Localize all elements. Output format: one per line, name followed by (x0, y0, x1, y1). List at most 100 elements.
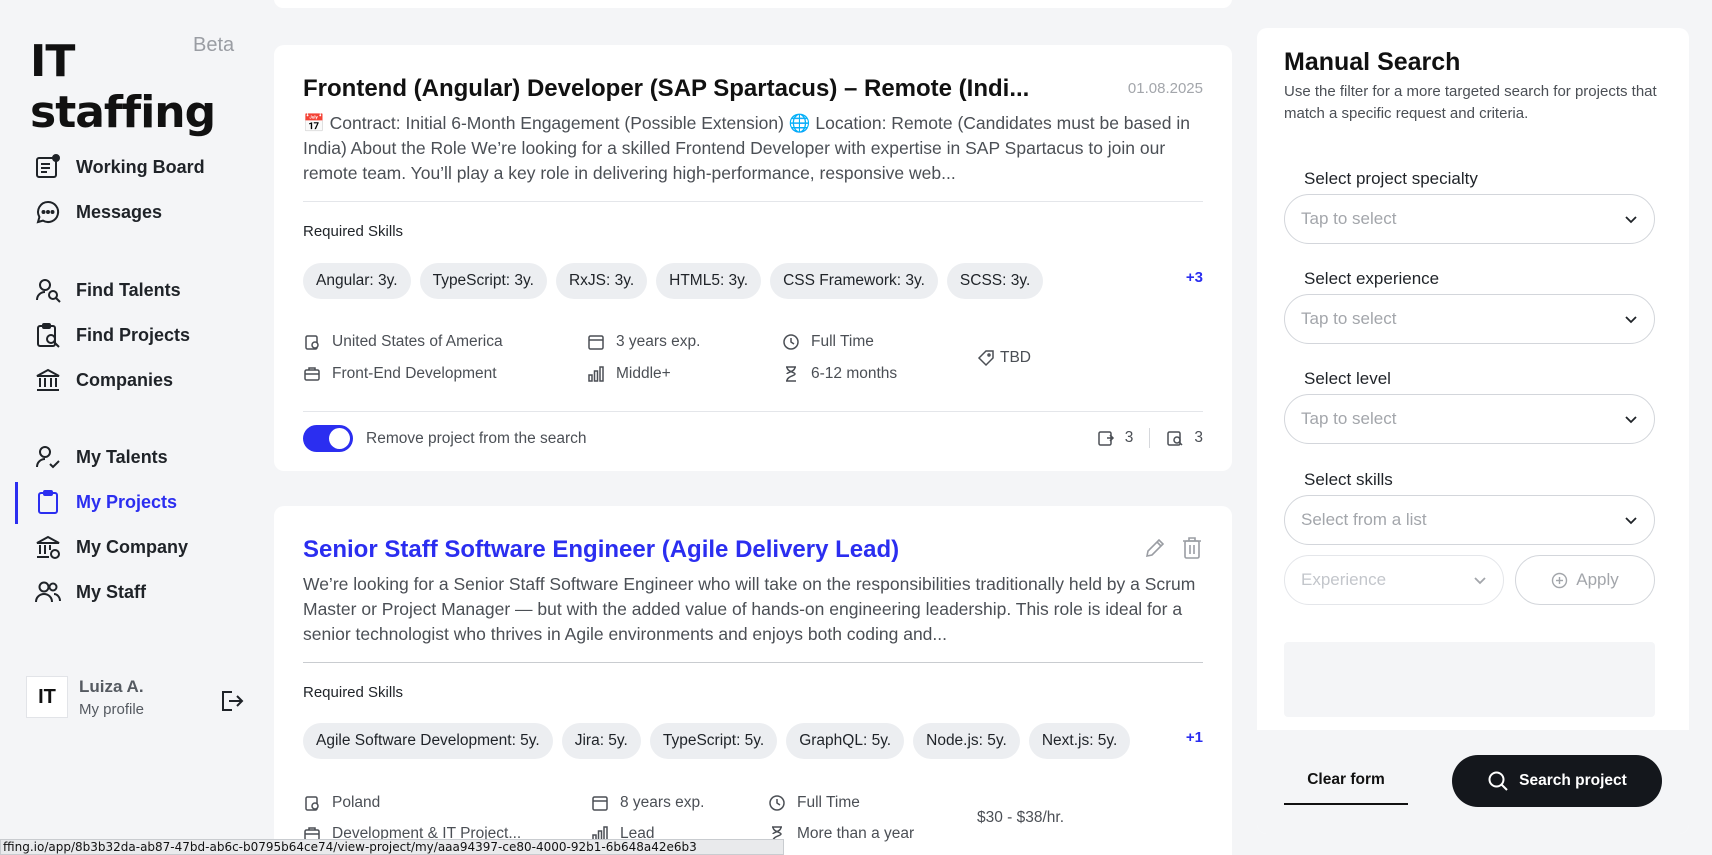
location-meta: United States of America (303, 333, 503, 351)
card-actions (1143, 536, 1203, 560)
sidebar-item-my-staff[interactable]: My Staff (34, 576, 146, 608)
experience-meta: 3 years exp. (587, 333, 700, 351)
logout-icon[interactable] (218, 688, 244, 714)
rate: $30 - $38/hr. (977, 809, 1065, 826)
skill-chip: Agile Software Development: 5y. (303, 723, 553, 759)
apply-button[interactable]: Apply (1515, 555, 1655, 605)
project-title[interactable]: Frontend (Angular) Developer (SAP Sparta… (303, 75, 1029, 103)
project-counts: 3 3 (1097, 428, 1203, 448)
board-icon (36, 154, 60, 178)
sidebar-item-label: My Company (76, 536, 189, 557)
skill-chip: Jira: 5y. (561, 723, 641, 759)
panel-title: Manual Search (1284, 48, 1461, 76)
apply-label: Apply (1576, 570, 1619, 589)
clipboard-icon (38, 490, 58, 514)
experience-meta: 8 years exp. (591, 794, 704, 812)
views-count: 3 (1194, 429, 1203, 446)
required-skills-label: Required Skills (303, 684, 404, 701)
experience-label: Select experience (1304, 269, 1440, 288)
manual-search-panel: Manual Search Use the filter for a more … (1257, 28, 1689, 834)
location-clipboard-icon (305, 796, 319, 811)
duration: More than a year (797, 825, 915, 842)
chevron-down-icon (1474, 577, 1486, 585)
specialty-meta: Front-End Development (303, 365, 497, 383)
sidebar-item-my-projects[interactable]: My Projects (34, 486, 177, 518)
more-skills-link[interactable]: +3 (1186, 269, 1203, 286)
sidebar-item-my-company[interactable]: My Company (34, 531, 188, 563)
sidebar-item-messages[interactable]: Messages (34, 196, 162, 228)
skill-experience-select[interactable]: Experience (1284, 555, 1504, 605)
sidebar-item-my-talents[interactable]: My Talents (34, 441, 168, 473)
experience: 3 years exp. (616, 333, 701, 350)
sidebar-item-label: My Talents (76, 446, 168, 467)
sidebar-item-label: Working Board (76, 156, 205, 177)
edit-icon[interactable] (1143, 536, 1167, 560)
chevron-down-icon (1625, 316, 1637, 324)
sidebar-item-find-projects[interactable]: Find Projects (34, 319, 190, 351)
avatar: IT (26, 676, 68, 718)
chevron-down-icon (1625, 517, 1637, 525)
sidebar-item-working-board[interactable]: Working Board (34, 151, 205, 183)
level-select[interactable]: Tap to select (1284, 394, 1655, 444)
user-profile[interactable]: IT Luiza A. My profile (26, 676, 144, 718)
clock-icon (769, 795, 785, 811)
remove-from-search-toggle[interactable] (303, 425, 353, 452)
applications-count: 3 (1124, 429, 1134, 446)
project-card[interactable]: Senior Staff Software Engineer (Agile De… (274, 506, 1232, 855)
clock-icon (783, 334, 799, 350)
skill-chip: Angular: 3y. (303, 263, 411, 299)
toggle-label: Remove project from the search (366, 429, 587, 447)
more-skills-link[interactable]: +1 (1186, 729, 1203, 746)
project-date: 01.08.2025 (1127, 80, 1203, 97)
level-meta: Middle+ (587, 365, 671, 383)
calendar-icon (592, 796, 608, 811)
skill-chip: Next.js: 5y. (1028, 723, 1131, 759)
chevron-down-icon (1625, 416, 1637, 424)
browser-status-url: ffing.io/app/8b3b32da-ab87-47bd-ab6c-b07… (0, 839, 784, 855)
user-check-icon (36, 446, 60, 469)
divider (303, 201, 1203, 202)
clear-form-button[interactable]: Clear form (1284, 757, 1408, 805)
employment-meta: Full Time (782, 333, 874, 351)
employment-meta: Full Time (768, 794, 860, 812)
level-label: Select level (1304, 369, 1391, 388)
location-meta: Poland (303, 794, 380, 812)
search-project-label: Search project (1519, 772, 1627, 789)
skill-chip: CSS Framework: 3y. (770, 263, 938, 299)
active-indicator (15, 482, 18, 524)
skill-chip: TypeScript: 5y. (649, 723, 778, 759)
experience-select[interactable]: Tap to select (1284, 294, 1655, 344)
profile-link[interactable]: My profile (79, 701, 144, 718)
duration: 6-12 months (811, 365, 898, 382)
project-card[interactable]: Frontend (Angular) Developer (SAP Sparta… (274, 45, 1232, 471)
project-description: We’re looking for a Senior Staff Softwar… (303, 574, 1196, 644)
sidebar-item-label: My Projects (76, 491, 178, 512)
skill-chip: RxJS: 3y. (555, 263, 648, 299)
divider (303, 662, 1203, 663)
required-skills-label: Required Skills (303, 223, 404, 240)
sidebar-item-label: Messages (76, 201, 163, 222)
select-placeholder: Tap to select (1301, 309, 1397, 328)
skill-chip: SCSS: 3y. (946, 263, 1044, 299)
search-project-button[interactable]: Search project (1452, 755, 1662, 807)
skills-select[interactable]: Select from a list (1284, 495, 1655, 545)
skill-chip: GraphQL: 5y. (786, 723, 905, 759)
employment-type: Full Time (811, 333, 874, 350)
rate-meta: $30 - $38/hr. (977, 809, 1064, 827)
sidebar-item-find-talents[interactable]: Find Talents (34, 274, 181, 306)
chevron-down-icon (1625, 216, 1637, 224)
project-title[interactable]: Senior Staff Software Engineer (Agile De… (303, 536, 899, 564)
search-icon (1488, 771, 1508, 791)
select-placeholder: Experience (1301, 570, 1387, 589)
experience: 8 years exp. (620, 794, 705, 811)
specialty-label: Select project specialty (1304, 169, 1478, 188)
specialty-select[interactable]: Tap to select (1284, 194, 1655, 244)
bank-check-icon (36, 535, 60, 559)
tag-icon (977, 350, 994, 367)
sidebar-item-companies[interactable]: Companies (34, 364, 173, 396)
skills-list: Agile Software Development: 5y. Jira: 5y… (303, 723, 1131, 759)
divider (303, 411, 1203, 412)
panel-footer: Clear form Search project (1257, 730, 1689, 834)
trash-icon[interactable] (1181, 536, 1203, 560)
sidebar-item-label: Find Projects (76, 324, 191, 345)
